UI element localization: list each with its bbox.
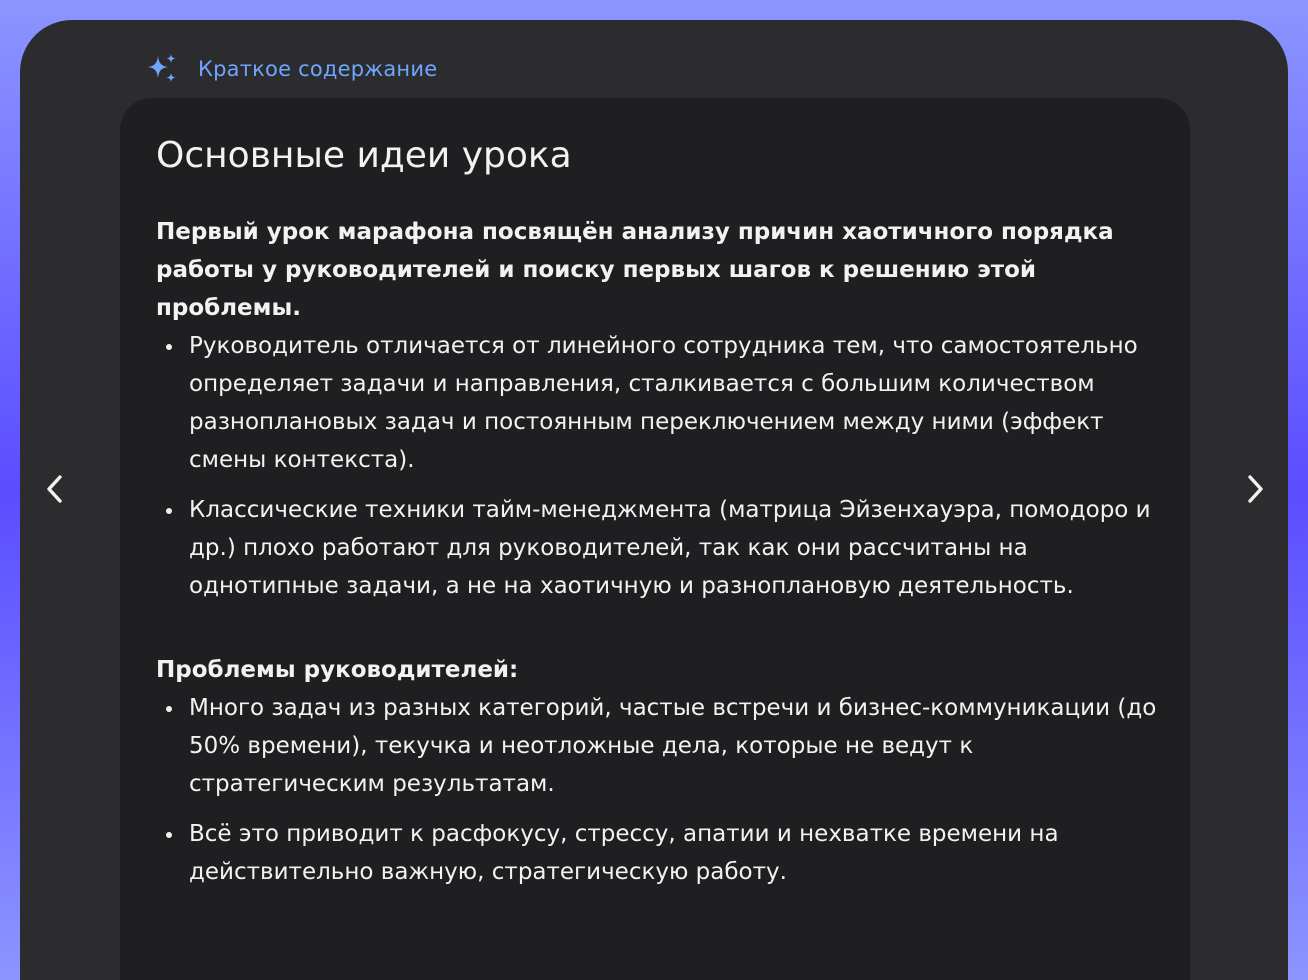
previous-button[interactable]: [40, 474, 70, 508]
list-item: Много задач из разных категорий, частые …: [156, 689, 1166, 803]
card-title: Основные идеи урока: [156, 135, 572, 176]
list-item: Руководитель отличается от линейного сот…: [156, 327, 1166, 479]
problems-list: Много задач из разных категорий, частые …: [156, 689, 1166, 891]
next-button[interactable]: [1240, 474, 1270, 508]
chevron-right-icon: [1246, 474, 1264, 508]
list-item: Всё это приводит к расфокусу, стрессу, а…: [156, 815, 1166, 891]
app-frame: Краткое содержание Основные идеи урока П…: [20, 20, 1288, 980]
lead-paragraph: Первый урок марафона посвящён анализу пр…: [156, 219, 1114, 322]
sparkle-icon: [146, 52, 180, 86]
card-content: Основные идеи урока Первый урок марафона…: [156, 134, 1166, 903]
summary-label: Краткое содержание: [198, 57, 438, 81]
section-title: Проблемы руководителей:: [156, 657, 519, 684]
chevron-left-icon: [46, 474, 64, 508]
key-points-list: Руководитель отличается от линейного сот…: [156, 327, 1166, 605]
summary-header: Краткое содержание: [146, 52, 437, 86]
summary-card: Основные идеи урока Первый урок марафона…: [120, 98, 1190, 980]
list-item: Классические техники тайм-менеджмента (м…: [156, 491, 1166, 605]
